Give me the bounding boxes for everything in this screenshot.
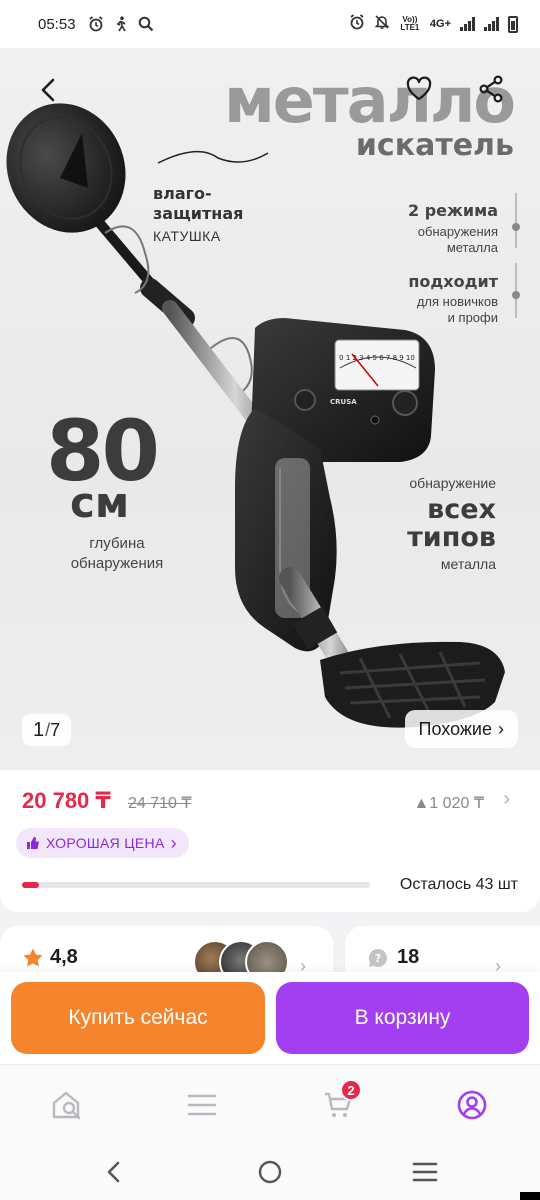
star-icon <box>23 948 43 966</box>
old-price: 24 710 ₸ <box>128 795 192 812</box>
stock-progress <box>22 882 370 888</box>
share-icon <box>479 75 503 103</box>
nav-catalog[interactable] <box>182 1085 222 1125</box>
alarm-icon <box>349 14 365 34</box>
coil-feature-small: КАТУШКА <box>153 228 221 244</box>
profile-icon <box>457 1090 487 1120</box>
system-recents-button[interactable] <box>407 1156 443 1188</box>
signal-icon-2 <box>484 17 499 31</box>
product-gallery[interactable]: 0 1 2 3 4 5 6 7 8 9 10 CRUSA металло иск… <box>0 48 540 770</box>
current-price: 20 780 ₸ <box>22 788 111 813</box>
heart-icon <box>406 76 432 101</box>
feature-divider <box>515 193 517 248</box>
search-home-icon <box>52 1091 81 1120</box>
nav-home[interactable] <box>48 1085 88 1125</box>
feature-dot <box>512 291 520 299</box>
similar-button[interactable]: Похожие › <box>404 710 518 748</box>
mode-feature-small: обнаружения металла <box>417 224 498 255</box>
product-title-sub: искатель <box>355 128 514 163</box>
product-title-main: металло <box>224 64 516 137</box>
recents-icon <box>412 1162 438 1182</box>
screen-corner <box>520 1192 540 1200</box>
detect-line2: всех типов <box>407 494 496 553</box>
thumbs-up-icon <box>27 837 39 849</box>
system-back-button[interactable] <box>96 1156 132 1188</box>
mute-icon <box>374 14 390 34</box>
walking-icon <box>114 16 128 32</box>
stock-progress-fill <box>22 882 40 888</box>
system-navigation <box>0 1144 540 1200</box>
signal-icon <box>460 17 475 31</box>
price-difference[interactable]: ▲1 020 ₸ <box>414 793 485 813</box>
image-pager: 1 / 7 <box>22 714 72 746</box>
fit-feature-small: для новичков и профи <box>416 294 498 325</box>
add-to-cart-button[interactable]: В корзину <box>276 982 529 1054</box>
system-home-button[interactable] <box>252 1156 288 1188</box>
favorite-button[interactable] <box>400 70 438 108</box>
depth-label: глубина обнаружения <box>70 535 164 572</box>
svg-text:?: ? <box>375 952 381 965</box>
mode-feature-bold: 2 режима <box>407 201 498 220</box>
chevron-right-icon[interactable]: › <box>503 788 510 811</box>
chevron-right-icon: › <box>498 718 504 739</box>
nav-profile[interactable] <box>452 1085 492 1125</box>
clock: 05:53 <box>38 15 76 33</box>
reviews-count: 18 <box>397 946 420 968</box>
feature-dot <box>512 223 520 231</box>
chevron-left-icon <box>41 78 55 102</box>
chevron-right-icon: › <box>170 832 177 853</box>
price-card: 20 780 ₸ 24 710 ₸ ▲1 020 ₸ › ХОРОШАЯ ЦЕН… <box>0 770 540 912</box>
cart-count-badge: 2 <box>340 1079 362 1101</box>
chevron-left-icon <box>107 1161 120 1183</box>
brand-text: CRUSA <box>330 398 357 406</box>
depth-unit: см <box>70 478 130 527</box>
status-bar: 05:53 Vo)) LTE1 4G+ <box>0 0 540 48</box>
good-price-label: ХОРОШАЯ ЦЕНА <box>46 835 165 851</box>
detect-line1: обнаружение <box>409 475 496 491</box>
rating-value: 4,8 <box>50 946 78 968</box>
bottom-navigation: 2 <box>0 1064 540 1144</box>
fit-feature-bold: подходит <box>408 272 498 291</box>
back-button[interactable] <box>30 72 66 108</box>
catalog-icon <box>187 1094 217 1116</box>
similar-label: Похожие <box>418 718 492 739</box>
home-circle-icon <box>258 1160 282 1184</box>
reviews-value-wrap: ? 18 <box>367 946 419 969</box>
volte-indicator: Vo)) LTE1 <box>400 15 420 32</box>
nav-cart[interactable]: 2 <box>318 1079 362 1125</box>
meter-scale: 0 1 2 3 4 5 6 7 8 9 10 <box>339 354 415 362</box>
pager-total: 7 <box>50 719 61 740</box>
action-bar: Купить сейчас В корзину <box>0 972 540 1064</box>
alarm-icon <box>88 16 104 32</box>
share-button[interactable] <box>472 70 510 108</box>
pager-current: 1 <box>33 718 45 741</box>
question-bubble-icon: ? <box>368 948 387 967</box>
good-price-badge[interactable]: ХОРОШАЯ ЦЕНА › <box>16 828 189 858</box>
coil-feature-bold: влаго- защитная <box>153 184 244 223</box>
rating-value-wrap: 4,8 <box>22 946 78 969</box>
battery-icon <box>508 15 518 33</box>
stock-remaining: Осталось 43 шт <box>399 876 518 893</box>
search-icon <box>138 16 154 32</box>
network-type: 4G+ <box>429 18 451 30</box>
buy-now-button[interactable]: Купить сейчас <box>11 982 265 1054</box>
detect-line3: металла <box>440 556 496 572</box>
